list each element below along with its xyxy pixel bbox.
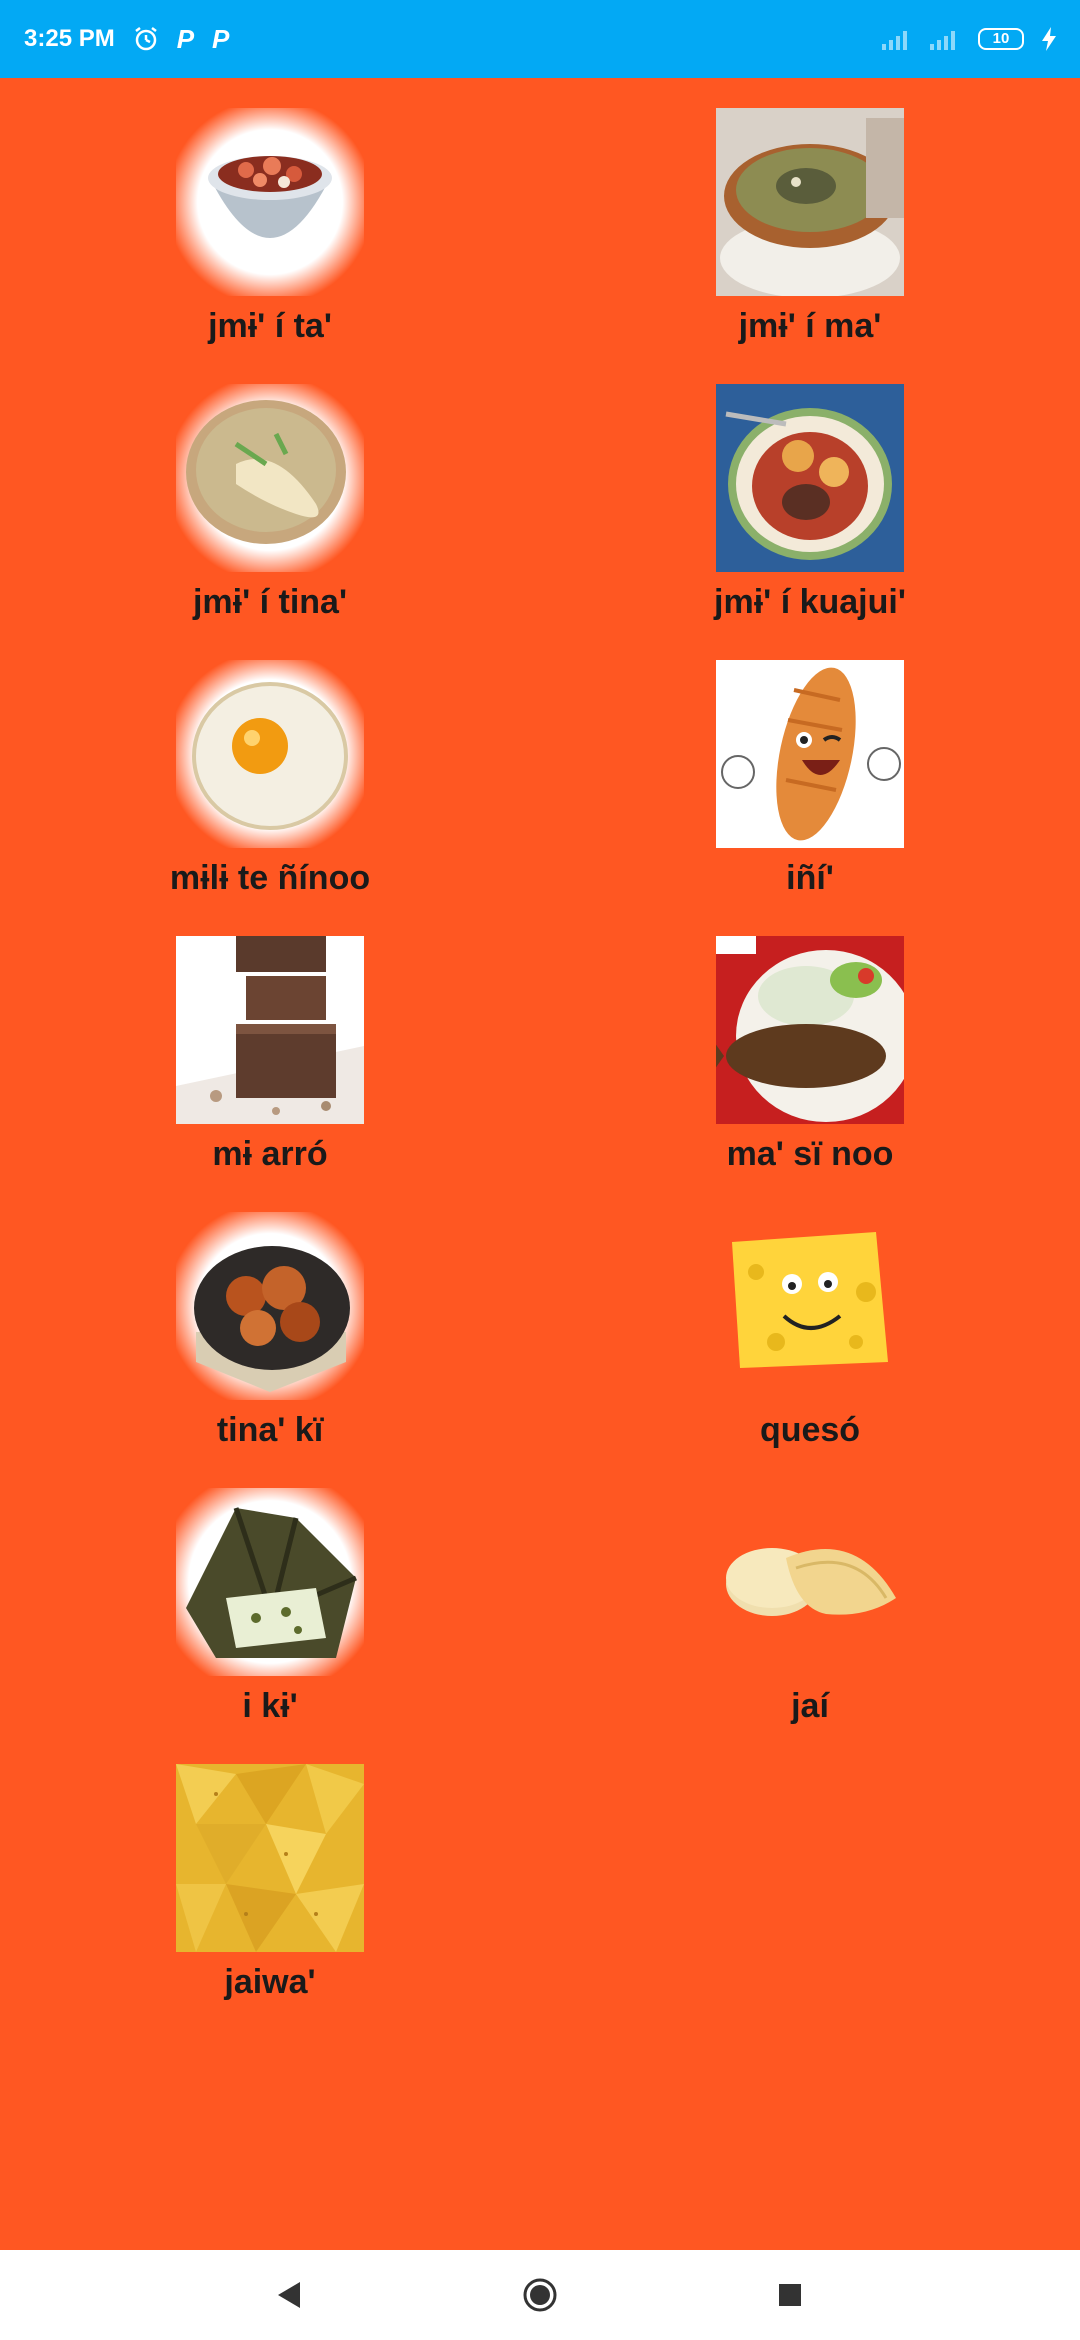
food-item[interactable]: mɨ arró: [0, 936, 540, 1212]
food-item[interactable]: tina' kï: [0, 1212, 540, 1488]
recents-square-icon: [779, 2284, 801, 2306]
food-label: iñí': [786, 859, 834, 897]
fish-soup-image: [716, 108, 904, 296]
food-label: mɨlɨ te ñínoo: [169, 859, 371, 897]
battery-level: 10: [978, 28, 1024, 50]
food-label: ma' sï noo: [726, 1135, 894, 1173]
signal-icon-2: [930, 28, 960, 50]
food-label: jmɨ' í ta': [208, 307, 332, 345]
chocolate-image: [176, 936, 364, 1124]
food-label: mɨ arró: [212, 1135, 328, 1173]
status-bar: 3:25 PM P P 10: [0, 0, 1080, 78]
food-label: jaiwa': [224, 1963, 316, 2001]
tamal-image: [176, 1488, 364, 1676]
chicken-soup-image: [176, 384, 364, 572]
food-grid-screen: jmɨ' í ta' jmɨ' í ma' jmɨ' í tina' jmɨ' …: [0, 78, 1080, 2250]
food-item[interactable]: ma' sï noo: [540, 936, 1080, 1212]
alarm-icon: [133, 26, 159, 52]
food-item[interactable]: jmɨ' í tina': [0, 384, 540, 660]
fried-fish-image: [716, 936, 904, 1124]
food-label: jaí: [791, 1687, 829, 1725]
food-label: jmɨ' í ma': [738, 307, 882, 345]
food-item[interactable]: jmɨ' í ta': [0, 108, 540, 384]
status-right: 10: [882, 27, 1056, 51]
food-item[interactable]: mɨlɨ te ñínoo: [0, 660, 540, 936]
fried-egg-image: [176, 660, 364, 848]
charging-icon: [1042, 27, 1056, 51]
cheese-cartoon-image: [716, 1212, 904, 1400]
recents-button[interactable]: [770, 2275, 810, 2315]
food-label: i kɨ': [242, 1687, 298, 1725]
food-label: jmɨ' í tina': [192, 583, 348, 621]
tostadas-image: [176, 1764, 364, 1952]
bread-cartoon-image: [716, 660, 904, 848]
food-item[interactable]: jaí: [540, 1488, 1080, 1764]
home-circle-icon: [523, 2278, 557, 2312]
shrimp-soup-image: [176, 108, 364, 296]
notification-p-icon: P: [176, 23, 195, 54]
home-button[interactable]: [520, 2275, 560, 2315]
signal-icon: [882, 28, 912, 50]
food-item[interactable]: jmɨ' í kuajui': [540, 384, 1080, 660]
food-item[interactable]: quesó: [540, 1212, 1080, 1488]
notification-p-icon-2: P: [212, 23, 230, 54]
food-grid: jmɨ' í ta' jmɨ' í ma' jmɨ' í tina' jmɨ' …: [0, 108, 1080, 2040]
food-item[interactable]: jmɨ' í ma': [540, 108, 1080, 384]
food-item[interactable]: i kɨ': [0, 1488, 540, 1764]
food-item[interactable]: jaiwa': [0, 1764, 540, 2040]
food-item[interactable]: iñí': [540, 660, 1080, 936]
food-label: tina' kï: [216, 1411, 324, 1449]
battery-icon: 10: [978, 28, 1024, 50]
beef-soup-image: [716, 384, 904, 572]
navigation-bar: [0, 2250, 1080, 2340]
food-label: quesó: [759, 1411, 861, 1449]
tortillas-image: [716, 1488, 904, 1676]
back-button[interactable]: [270, 2275, 310, 2315]
back-triangle-icon: [278, 2282, 300, 2308]
roast-chicken-image: [176, 1212, 364, 1400]
food-label: jmɨ' í kuajui': [714, 583, 906, 621]
status-left: 3:25 PM P P: [24, 24, 229, 55]
status-time: 3:25 PM: [24, 25, 115, 52]
